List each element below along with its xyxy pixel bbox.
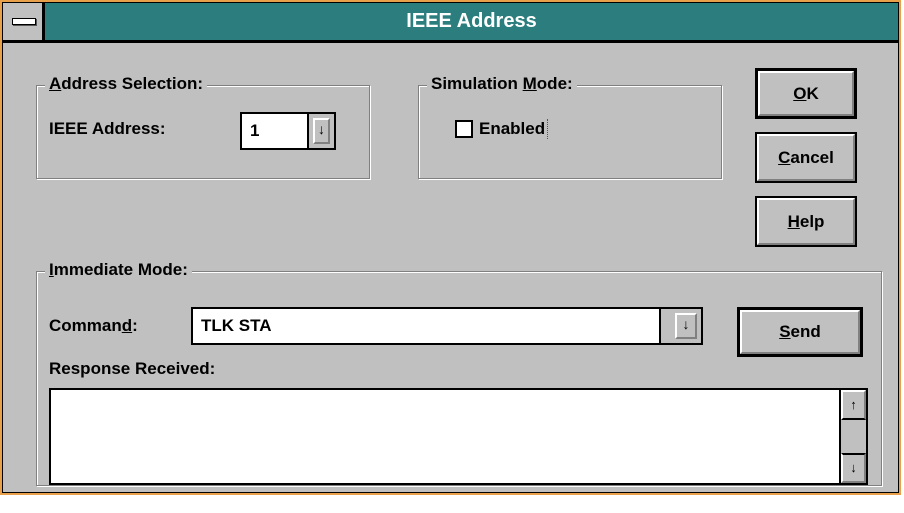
command-value: TLK STA (201, 316, 272, 335)
title-bar[interactable]: IEEE Address (3, 3, 898, 43)
ieee-address-dropdown-button[interactable]: ↓ (307, 114, 334, 148)
scroll-down-arrow-icon: ↓ (850, 460, 857, 475)
scroll-down-button[interactable]: ↓ (841, 453, 866, 483)
ok-button[interactable]: OK (755, 68, 857, 119)
simulation-enabled-checkbox[interactable] (455, 120, 473, 138)
scroll-track[interactable] (841, 420, 866, 453)
simulation-mode-label: Simulation Mode: (427, 74, 577, 94)
immediate-mode-label: Immediate Mode: (45, 260, 192, 280)
response-received-label: Response Received: (49, 359, 216, 378)
ieee-address-select[interactable]: 1 ↓ (240, 112, 336, 150)
scroll-up-arrow-icon: ↑ (850, 397, 857, 412)
response-scrollbar[interactable]: ↑ ↓ (839, 390, 866, 483)
ieee-address-dialog: IEEE Address Address Selection: IEEE Add… (0, 0, 901, 495)
ieee-address-label: IEEE Address: (49, 119, 166, 138)
response-received-textarea[interactable]: ↑ ↓ (49, 388, 868, 485)
command-input[interactable]: TLK STA ↓ (191, 307, 703, 345)
help-button[interactable]: Help (755, 196, 857, 247)
ieee-address-value: 1 (250, 121, 260, 140)
window-title: IEEE Address (406, 10, 537, 32)
simulation-enabled-label[interactable]: Enabled (479, 119, 549, 139)
command-label: Command: (49, 316, 138, 335)
system-menu-button[interactable] (3, 3, 45, 40)
dropdown-arrow-icon: ↓ (682, 316, 690, 332)
send-button[interactable]: Send (737, 307, 863, 357)
command-dropdown-button[interactable]: ↓ (659, 309, 701, 343)
scroll-up-button[interactable]: ↑ (841, 390, 866, 420)
dropdown-arrow-icon: ↓ (318, 121, 325, 137)
address-selection-label: Address Selection: (45, 74, 207, 94)
system-menu-icon (12, 18, 36, 25)
cancel-button[interactable]: Cancel (755, 132, 857, 183)
